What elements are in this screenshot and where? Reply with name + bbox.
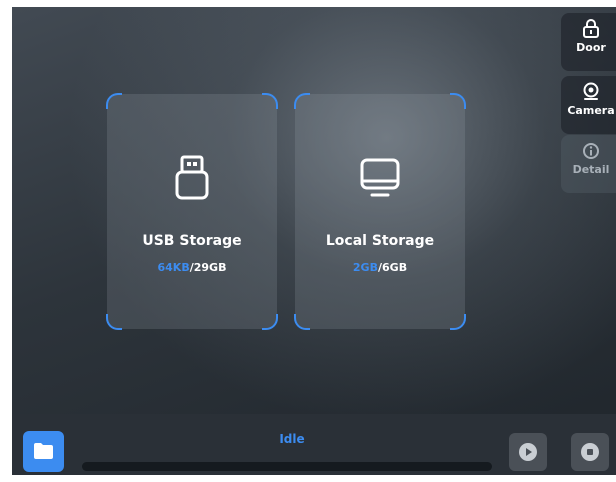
detail-label: Detail [572,163,610,176]
info-icon [583,143,599,159]
card-corner [262,93,278,109]
card-title: USB Storage [142,233,242,249]
card-corner [450,314,466,330]
card-corner [106,93,122,109]
card-corner [262,314,278,330]
storage-used: 64KB [157,261,190,274]
storage-used: 2GB [352,261,378,274]
printer-screen: USB Storage 64KB/29GB Local Storage 2GB/… [12,7,616,475]
bottom-bar: Idle [12,414,616,475]
card-corner [450,93,466,109]
card-corner [294,93,310,109]
camera-label: Camera [567,104,615,117]
door-label: Door [576,41,606,54]
usb-storage-card[interactable]: USB Storage 64KB/29GB [106,93,278,330]
storage-usage: 2GB/6GB [295,261,465,274]
storage-total: 29GB [193,261,227,274]
monitor-icon [360,158,400,197]
camera-button[interactable]: Camera [561,76,616,134]
stop-button[interactable] [571,433,609,471]
detail-button[interactable]: Detail [561,135,616,193]
local-storage-card[interactable]: Local Storage 2GB/6GB [294,93,466,330]
door-button[interactable]: Door [561,13,616,71]
camera-icon [583,82,599,100]
print-status: Idle [279,432,305,446]
folder-icon [34,443,53,459]
lock-icon [583,19,599,38]
storage-usage: 64KB/29GB [107,261,277,274]
folder-button[interactable] [23,431,64,472]
storage-total: 6GB [382,261,408,274]
stop-icon [581,443,599,461]
play-button[interactable] [509,433,547,471]
progress-bar [82,462,492,471]
card-corner [294,314,310,330]
card-title: Local Storage [325,233,435,249]
play-icon [519,443,537,461]
usb-drive-icon [175,155,209,200]
card-corner [106,314,122,330]
